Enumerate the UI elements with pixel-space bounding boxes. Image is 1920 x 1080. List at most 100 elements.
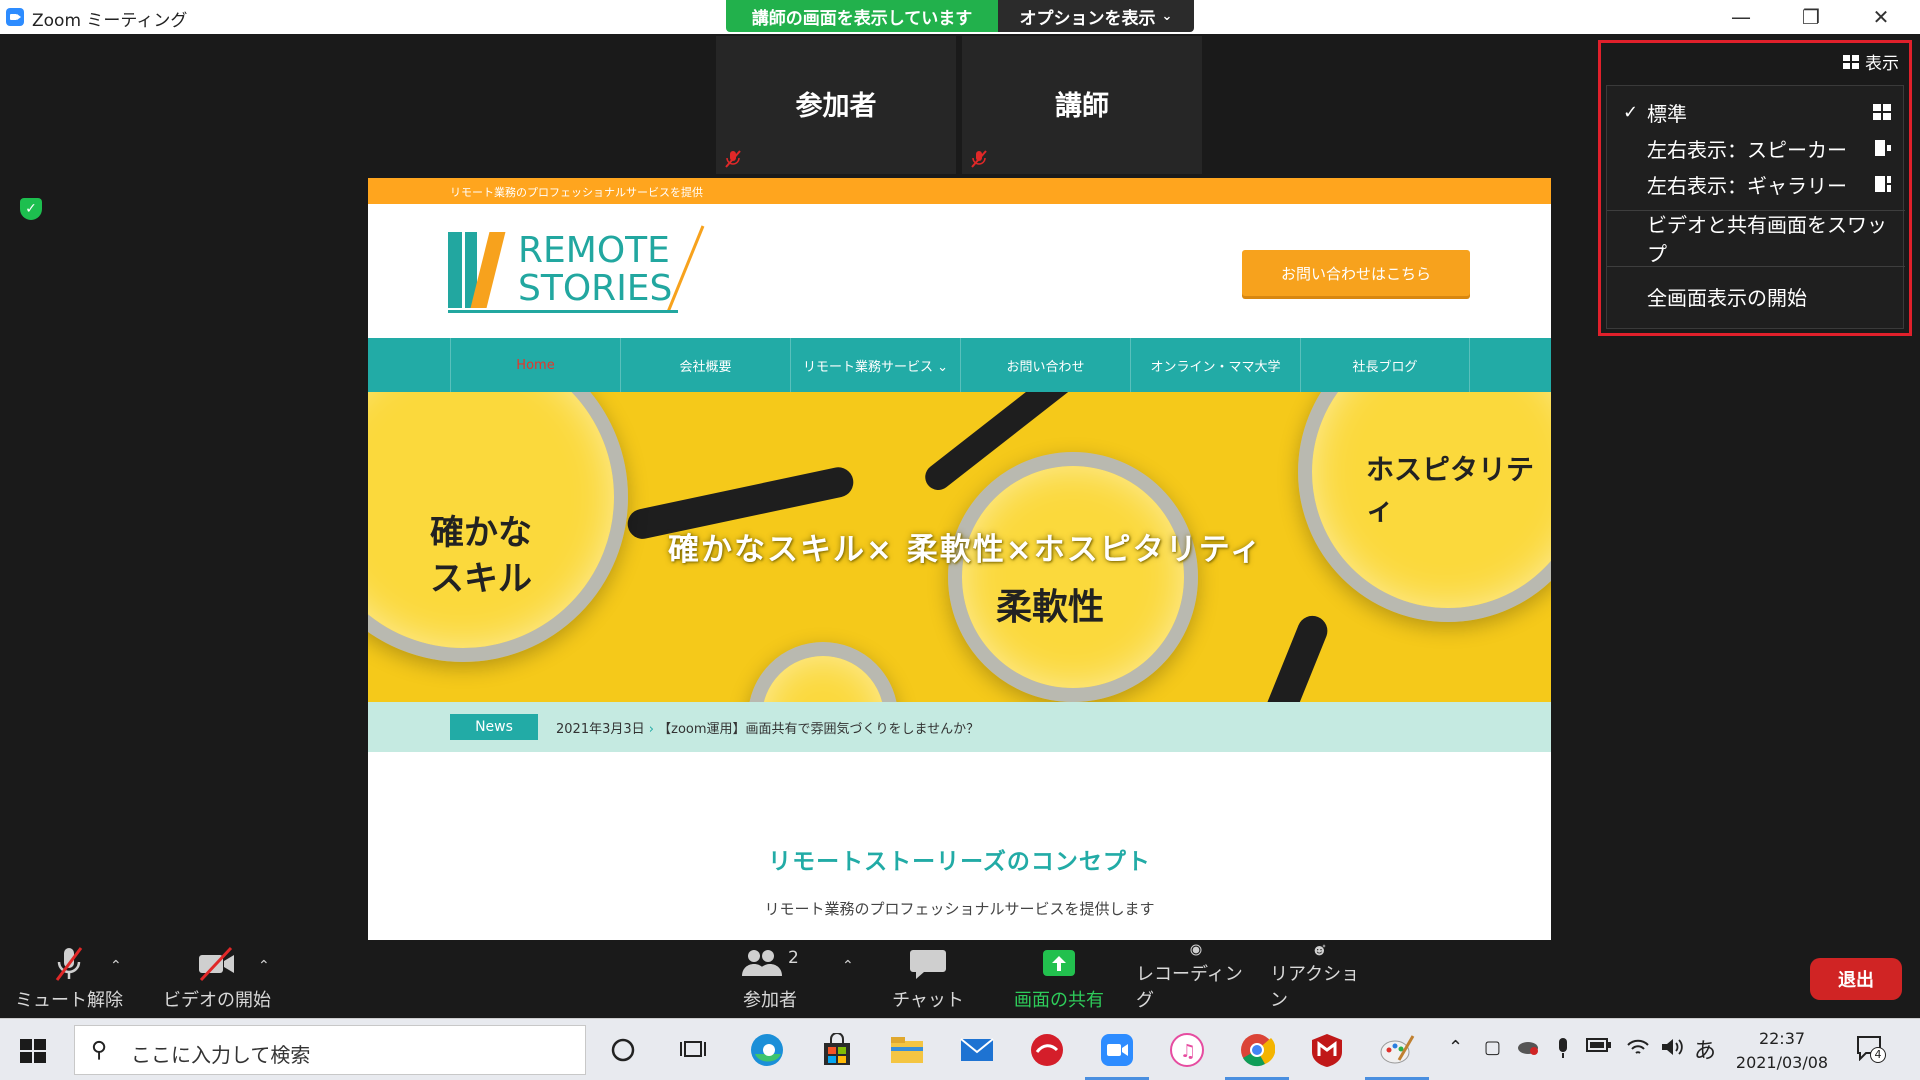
nav-item-contact[interactable]: お問い合わせ (960, 338, 1130, 392)
video-tile-name: 講師 (1055, 91, 1109, 122)
muted-mic-icon (722, 148, 744, 170)
chevron-down-icon: ⌄ (1161, 8, 1173, 24)
hero-text-skill: 確かな スキル (430, 513, 532, 599)
shared-screen: リモート業務のプロフェッショナルサービスを提供 REMOTE STORIES お問… (368, 178, 1551, 940)
share-screen-icon (1043, 950, 1075, 976)
onedrive-icon[interactable] (1516, 1037, 1540, 1060)
hero-text-flexibility: 柔軟性 (996, 587, 1105, 628)
site-top-strip: リモート業務のプロフェッショナルサービスを提供 (368, 178, 1551, 204)
view-option-label: 標準 (1647, 101, 1687, 126)
battery-icon[interactable] (1586, 1037, 1612, 1058)
meeting-toolbar: ミュート解除 ⌃ ビデオの開始 ⌃ 2 参加者 ⌃ チャット 画面の共有 レコー… (0, 944, 1920, 1018)
taskbar-search[interactable]: ⚲ ここに入力して検索 (74, 1025, 586, 1075)
clock-date: 2021/03/08 (1735, 1053, 1829, 1072)
site-logo[interactable]: REMOTE STORIES (448, 224, 728, 314)
record-button[interactable]: レコーディング (1136, 944, 1256, 1018)
cortana-icon[interactable] (602, 1029, 644, 1071)
clock[interactable]: 22:37 2021/03/08 (1722, 1027, 1842, 1075)
view-option-fullscreen[interactable]: 全画面表示の開始 (1607, 278, 1905, 314)
news-title: 【zoom運用】画面共有で雰囲気づくりをしませんか？ (658, 722, 980, 737)
view-option-swap[interactable]: ビデオと共有画面をスワップ (1607, 213, 1905, 266)
clock-time: 22:37 (1758, 1029, 1806, 1048)
mcafee-icon[interactable] (1306, 1029, 1348, 1071)
mail-icon[interactable] (956, 1029, 998, 1071)
start-video-label: ビデオの開始 (163, 990, 271, 1011)
windows-start-icon[interactable] (20, 1039, 48, 1063)
ime-indicator[interactable]: あ (1694, 1033, 1716, 1065)
edge-browser-icon[interactable] (746, 1029, 788, 1071)
video-options-caret[interactable]: ⌃ (258, 958, 270, 974)
participants-options-caret[interactable]: ⌃ (842, 958, 854, 974)
logo-book-icon (448, 232, 462, 308)
chrome-icon[interactable] (1236, 1029, 1278, 1071)
microphone-icon[interactable] (1556, 1037, 1570, 1064)
paint-icon[interactable] (1376, 1029, 1418, 1071)
minimize-button[interactable]: — (1706, 0, 1776, 34)
screen-share-banner: 講師 の画面を表示しています (726, 0, 998, 32)
nav-item-home[interactable]: Home (450, 338, 620, 392)
file-explorer-icon[interactable] (886, 1029, 928, 1071)
hero-text-hospitality: ホスピタリティ (1366, 453, 1535, 526)
view-option-side-speaker[interactable]: 左右表示：スピーカー (1607, 130, 1905, 166)
meet-now-icon[interactable]: ▢ (1484, 1037, 1501, 1058)
search-icon: ⚲ (91, 1038, 108, 1063)
nav-item-blog[interactable]: 社長ブログ (1300, 338, 1470, 392)
news-bar: News 2021年3月3日 › 【zoom運用】画面共有で雰囲気づくりをしませ… (368, 702, 1551, 752)
participants-count: 2 (788, 948, 799, 968)
view-options-label: オプションを表示 (1019, 8, 1156, 29)
view-options-button[interactable]: オプションを表示 ⌄ (998, 0, 1194, 32)
wifi-icon[interactable] (1626, 1037, 1650, 1062)
start-video-button[interactable]: ビデオの開始 (152, 944, 282, 1018)
reaction-smiley-icon (1314, 944, 1326, 956)
security-app-icon[interactable] (1026, 1029, 1068, 1071)
show-hidden-icons-chevron[interactable]: ⌃ (1448, 1037, 1463, 1058)
contact-button[interactable]: お問い合わせはこちら (1242, 250, 1470, 296)
logo-slash-icon (666, 225, 705, 313)
security-shield-icon[interactable]: ✓ (20, 198, 42, 220)
view-option-label: 全画面表示の開始 (1647, 285, 1807, 310)
reactions-label: リアクション (1270, 964, 1360, 1011)
concept-subtitle: リモート業務のプロフェッショナルサービスを提供します (764, 900, 1155, 918)
nav-item-services[interactable]: リモート業務サービス ⌄ (790, 338, 960, 392)
nav-item-company[interactable]: 会社概要 (620, 338, 790, 392)
share-screen-button[interactable]: 画面の共有 (1004, 944, 1114, 1018)
view-dropdown: ✓ 標準 左右表示：スピーカー 左右表示：ギャラリー ビデオと共有画面をスワップ… (1606, 85, 1905, 329)
hero-banner: 確かな スキル 柔軟性 ホスピタリティ 確かなスキル× 柔軟性×ホスピタリティ (368, 392, 1551, 702)
itunes-icon[interactable]: ♫ (1166, 1029, 1208, 1071)
video-tile-instructor[interactable]: 講師 (962, 36, 1202, 174)
chat-label: チャット (892, 990, 964, 1011)
video-tile-participant[interactable]: 参加者 (716, 36, 956, 174)
view-option-side-gallery[interactable]: 左右表示：ギャラリー (1607, 166, 1905, 202)
logo-underline (448, 310, 678, 313)
chat-button[interactable]: チャット (880, 944, 976, 1018)
svg-text:♫: ♫ (1180, 1041, 1196, 1062)
audio-options-caret[interactable]: ⌃ (110, 958, 122, 974)
zoom-app-icon (6, 8, 24, 26)
close-button[interactable]: ✕ (1846, 0, 1916, 34)
windows-taskbar: ⚲ ここに入力して検索 ♫ ⌃ ▢ あ 22:37 2021/03/08 4 (0, 1018, 1920, 1080)
side-speaker-icon (1875, 140, 1891, 156)
nav-item-online-mama[interactable]: オンライン・ママ大学 (1130, 338, 1300, 392)
view-option-label: 左右表示：ギャラリー (1647, 173, 1847, 198)
store-icon[interactable] (816, 1029, 858, 1071)
view-button[interactable]: 表示 (1843, 49, 1899, 74)
video-tile-name: 参加者 (795, 91, 877, 122)
volume-icon[interactable] (1660, 1037, 1684, 1062)
share-screen-label: 画面の共有 (1014, 990, 1104, 1011)
news-item[interactable]: 2021年3月3日 › 【zoom運用】画面共有で雰囲気づくりをしませんか？ (556, 718, 979, 737)
magnifier-lens (748, 642, 898, 702)
participants-button[interactable]: 2 参加者 (730, 944, 810, 1018)
zoom-taskbar-icon[interactable] (1096, 1029, 1138, 1071)
view-option-standard[interactable]: ✓ 標準 (1607, 94, 1905, 130)
checkmark-icon: ✓ (1623, 101, 1639, 123)
notification-center-icon[interactable]: 4 (1856, 1035, 1886, 1065)
news-badge: News (450, 714, 538, 740)
participants-icon: 2 (740, 946, 800, 982)
restore-button[interactable]: ❐ (1776, 0, 1846, 34)
reactions-button[interactable]: リアクション (1270, 944, 1370, 1018)
record-label: レコーディング (1136, 964, 1243, 1011)
task-view-icon[interactable] (672, 1029, 714, 1071)
unmute-button[interactable]: ミュート解除 (14, 944, 124, 1018)
hero-title: 確かなスキル× 柔軟性×ホスピタリティ (668, 532, 1263, 568)
leave-meeting-button[interactable]: 退出 (1810, 958, 1902, 1000)
